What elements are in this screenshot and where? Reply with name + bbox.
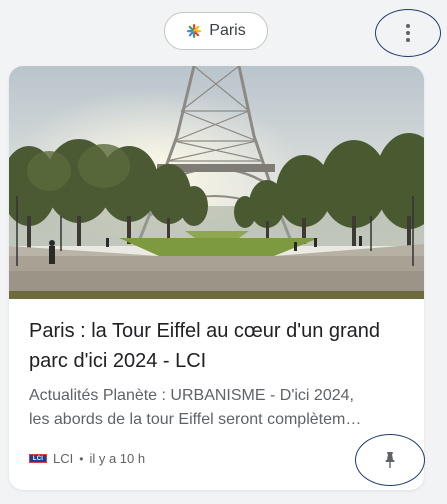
google-star-icon xyxy=(187,24,202,38)
publish-time: il y a 10 h xyxy=(89,451,146,466)
article-snippet-line-2: les abords de la tour Eiffel seront comp… xyxy=(29,411,362,428)
pin-icon xyxy=(385,452,395,468)
article-image xyxy=(9,66,424,299)
vertical-dots-icon xyxy=(406,24,410,42)
source-name: LCI xyxy=(53,451,74,466)
article-title-line-2: parc d'ici 2024 - LCI xyxy=(29,350,207,372)
more-options-button[interactable] xyxy=(375,9,441,57)
article-snippet: Actualités Planète : URBANISME - D'ici 2… xyxy=(29,384,411,432)
topic-chip-label: Paris xyxy=(209,22,246,39)
article-snippet-line-1: Actualités Planète : URBANISME - D'ici 2… xyxy=(29,387,354,404)
source-separator: • xyxy=(79,451,84,466)
source-logo: LCI xyxy=(29,454,47,463)
card-action-button[interactable] xyxy=(355,434,425,486)
article-source: LCI LCI • il y a 10 h xyxy=(29,451,145,466)
article-title[interactable]: Paris : la Tour Eiffel au cœur d'un gran… xyxy=(29,316,419,376)
topic-chip[interactable]: Paris xyxy=(164,12,268,50)
news-card[interactable]: Paris : la Tour Eiffel au cœur d'un gran… xyxy=(9,66,424,490)
article-title-line-1: Paris : la Tour Eiffel au cœur d'un gran… xyxy=(29,320,381,342)
